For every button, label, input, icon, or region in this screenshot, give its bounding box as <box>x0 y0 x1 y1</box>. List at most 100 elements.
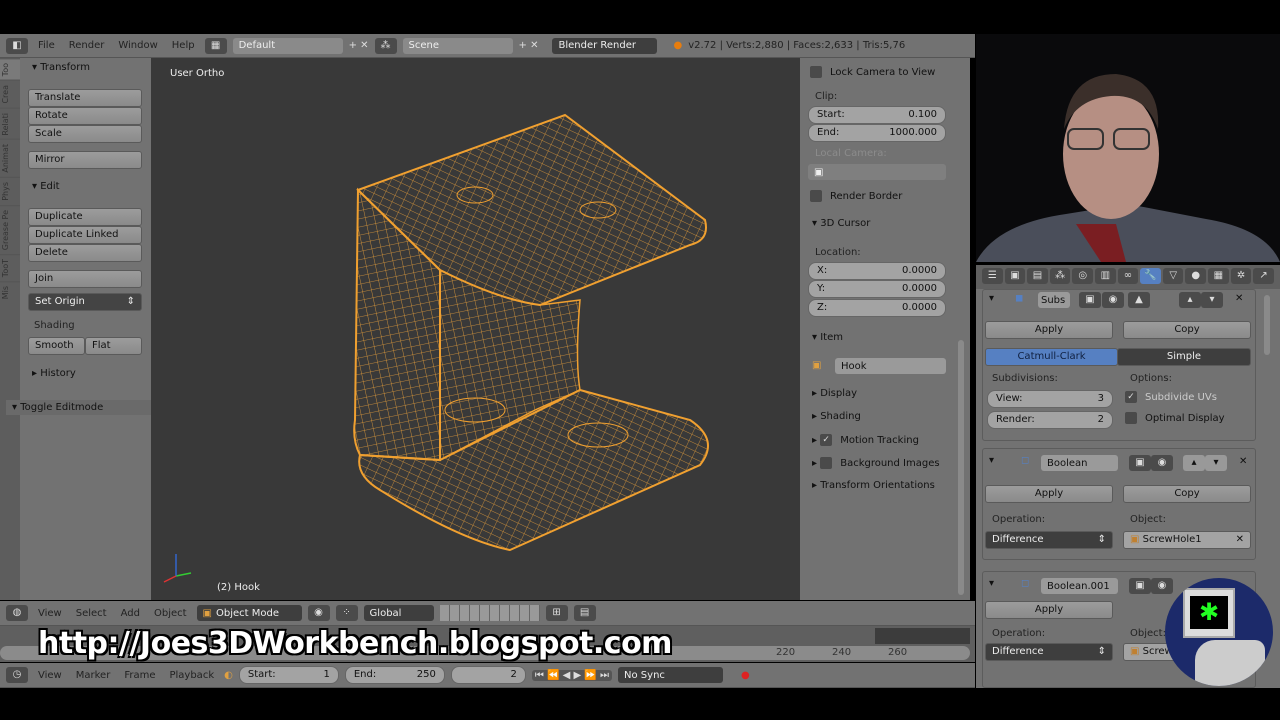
scene-tab-icon[interactable]: ⁂ <box>1049 268 1071 284</box>
record-icon[interactable]: ● <box>741 670 750 681</box>
scale-button[interactable]: Scale <box>28 125 142 143</box>
editor-type-icon[interactable]: ◷ <box>6 667 28 683</box>
subsurf-copy-button[interactable]: Copy <box>1123 321 1251 339</box>
move-down-icon[interactable]: ▾ <box>1201 292 1223 308</box>
menu-marker[interactable]: Marker <box>72 670 115 681</box>
tab-physics[interactable]: Phys <box>0 177 20 205</box>
menu-help[interactable]: Help <box>168 40 199 51</box>
duplicate-button[interactable]: Duplicate <box>28 208 142 226</box>
tab-toolt[interactable]: TooT <box>0 254 20 282</box>
cursor-y-field[interactable]: Y: 0.0000 <box>808 280 946 298</box>
menu-file[interactable]: File <box>34 40 59 51</box>
render-toggle-icon[interactable]: ▣ <box>1079 292 1101 308</box>
simple-button[interactable]: Simple <box>1117 348 1251 366</box>
set-origin-select[interactable]: Set Origin ⇕ <box>28 293 142 311</box>
menu-render[interactable]: Render <box>65 40 109 51</box>
menu-object[interactable]: Object <box>150 608 191 619</box>
add-layout-icon[interactable]: + ✕ <box>349 40 369 51</box>
pivot-icon[interactable]: ⁘ <box>335 605 358 621</box>
collapse-icon[interactable]: ▾ <box>989 455 994 466</box>
background-images-header[interactable]: ▸ Background Images <box>806 455 946 471</box>
cursor-x-field[interactable]: X: 0.0000 <box>808 262 946 280</box>
scene-field[interactable]: Scene <box>402 37 513 54</box>
editmode-toggle-icon[interactable]: ▲ <box>1128 292 1150 308</box>
render-toggle-icon[interactable]: ▣ <box>1129 455 1151 471</box>
transform-orientations-header[interactable]: ▸ Transform Orientations <box>806 478 941 493</box>
menu-select[interactable]: Select <box>72 608 111 619</box>
menu-add[interactable]: Add <box>117 608 144 619</box>
layout-icon[interactable]: ▦ <box>204 37 227 54</box>
scene-icon[interactable]: ⁂ <box>374 37 397 54</box>
duplicate-linked-button[interactable]: Duplicate Linked <box>28 226 142 244</box>
orientation-select[interactable]: Global <box>363 605 434 621</box>
checkbox-checked-icon[interactable]: ✓ <box>820 434 833 446</box>
move-up-icon[interactable]: ▴ <box>1183 455 1205 471</box>
tab-create[interactable]: Crea <box>0 80 20 108</box>
move-up-icon[interactable]: ▴ <box>1179 292 1201 308</box>
n-panel-scrollbar[interactable] <box>958 340 964 595</box>
toggle-editmode-header[interactable]: ▾ Toggle Editmode <box>6 400 151 415</box>
render-border-checkbox[interactable]: Render Border <box>810 190 902 202</box>
checkbox-icon[interactable] <box>820 457 833 469</box>
3d-cursor-header[interactable]: ▾ 3D Cursor <box>806 216 876 231</box>
clip-end-field[interactable]: End: 1000.000 <box>808 124 946 142</box>
clip-start-field[interactable]: Start: 0.100 <box>808 106 946 124</box>
collapse-icon[interactable]: ▾ <box>989 578 994 589</box>
tab-misc[interactable]: Mis <box>0 281 20 304</box>
item-header[interactable]: ▾ Item <box>806 330 849 345</box>
tab-relations[interactable]: Relati <box>0 107 20 140</box>
object-tab-icon[interactable]: ▥ <box>1095 268 1116 284</box>
remove-modifier-icon[interactable]: ✕ <box>1235 293 1243 304</box>
physics-tab-icon[interactable]: ↗ <box>1253 268 1274 284</box>
texture-tab-icon[interactable]: ▦ <box>1208 268 1229 284</box>
add-scene-icon[interactable]: + ✕ <box>519 40 539 51</box>
constraints-tab-icon[interactable]: ∞ <box>1117 268 1139 284</box>
boolean-001-name-field[interactable]: Boolean.001 <box>1041 578 1118 594</box>
modifiers-tab-icon[interactable]: 🔧 <box>1140 268 1161 284</box>
data-tab-icon[interactable]: ▽ <box>1162 268 1184 284</box>
item-name-field[interactable]: Hook <box>835 358 946 374</box>
boolean-name-field[interactable]: Boolean <box>1041 455 1118 471</box>
catmull-clark-button[interactable]: Catmull-Clark <box>985 348 1118 366</box>
delete-button[interactable]: Delete <box>28 244 142 262</box>
boolean-copy-button[interactable]: Copy <box>1123 485 1251 503</box>
menu-playback[interactable]: Playback <box>165 670 218 681</box>
transform-panel-header[interactable]: ▾ Transform <box>26 60 96 75</box>
render-tab-icon[interactable]: ▣ <box>1004 268 1026 284</box>
end-frame-field[interactable]: End: 250 <box>344 666 445 684</box>
render-preview-icon[interactable]: ▤ <box>573 605 596 621</box>
subdivide-uvs-checkbox[interactable]: ✓ Subdivide UVs <box>1125 391 1217 403</box>
start-frame-field[interactable]: Start: 1 <box>238 666 339 684</box>
operation-select[interactable]: Difference ⇕ <box>985 531 1113 549</box>
operation-select[interactable]: Difference ⇕ <box>985 643 1113 661</box>
mode-select[interactable]: ▣ Object Mode <box>196 605 302 621</box>
rotate-button[interactable]: Rotate <box>28 107 142 125</box>
viewport-toggle-icon[interactable]: ◉ <box>1151 455 1173 471</box>
current-frame-field[interactable]: 2 <box>450 666 526 684</box>
layers-tab-icon[interactable]: ▤ <box>1027 268 1048 284</box>
view-levels-field[interactable]: View: 3 <box>987 390 1113 408</box>
motion-tracking-header[interactable]: ▸ ✓ Motion Tracking <box>806 432 925 448</box>
lock-camera-checkbox[interactable]: Lock Camera to View <box>810 66 935 78</box>
playback-controls[interactable]: ⏮ ⏪ ◀ ▶ ⏩ ⏭ <box>531 669 613 681</box>
edit-panel-header[interactable]: ▾ Edit <box>26 179 66 194</box>
tab-animation[interactable]: Animat <box>0 139 20 178</box>
mirror-button[interactable]: Mirror <box>28 151 142 169</box>
smooth-button[interactable]: Smooth <box>28 337 85 355</box>
collapse-icon[interactable]: ▾ <box>989 293 994 304</box>
boolean-001-apply-button[interactable]: Apply <box>985 601 1113 619</box>
viewport-shading-icon[interactable]: ◉ <box>307 605 330 621</box>
menu-window[interactable]: Window <box>114 40 161 51</box>
subsurf-name-field[interactable]: Subs <box>1038 292 1070 308</box>
viewport-toggle-icon[interactable]: ◉ <box>1151 578 1173 594</box>
cursor-z-field[interactable]: Z: 0.0000 <box>808 299 946 317</box>
render-engine-select[interactable]: Blender Render <box>552 37 658 54</box>
preview-range-icon[interactable]: ◐ <box>224 670 233 681</box>
menu-frame[interactable]: Frame <box>120 670 159 681</box>
sync-select[interactable]: No Sync <box>618 667 724 683</box>
render-levels-field[interactable]: Render: 2 <box>987 411 1113 429</box>
tab-grease-pencil[interactable]: Grease Pe <box>0 204 20 255</box>
viewport-toggle-icon[interactable]: ◉ <box>1102 292 1124 308</box>
editor-type-icon[interactable]: ◧ <box>6 37 28 54</box>
history-panel-header[interactable]: ▸ History <box>26 366 82 381</box>
